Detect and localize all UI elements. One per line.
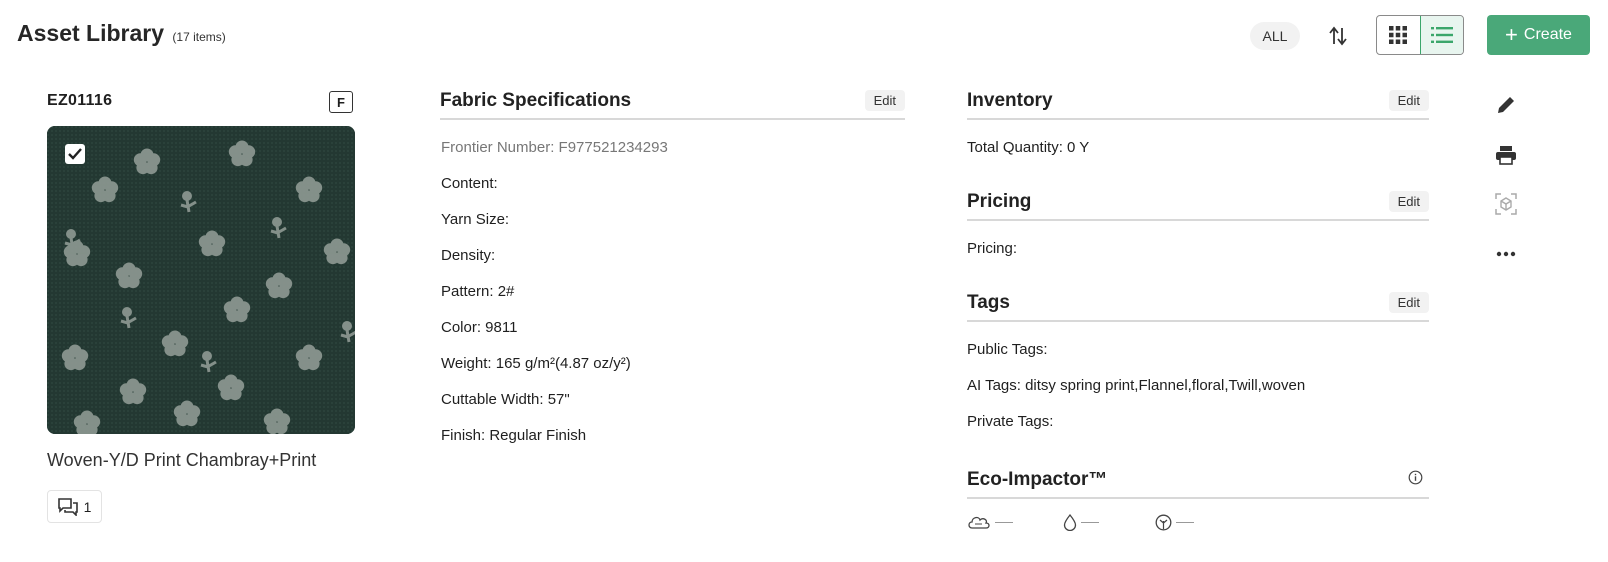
inventory-header: Inventory Edit [967,86,1429,120]
more-options-button[interactable] [1492,240,1520,268]
spec-content: Content: [441,175,498,192]
grid-view-button[interactable] [1377,16,1420,54]
pricing-header: Pricing Edit [967,187,1429,221]
fabric-specs-header: Fabric Specifications Edit [440,86,905,120]
land-value-dash [1176,522,1194,523]
comment-icon [57,497,78,516]
fabric-specs-edit-button[interactable]: Edit [864,90,905,111]
pencil-icon [1498,97,1514,113]
print-icon [1496,146,1516,165]
spec-cuttable-width: Cuttable Width: 57" [441,391,570,408]
selected-checkbox[interactable] [65,144,85,164]
3d-view-button[interactable] [1492,190,1520,218]
item-count: (17 items) [172,30,226,44]
eco-header: Eco-Impactor™ [967,465,1429,499]
list-view-button[interactable] [1419,16,1463,54]
list-icon [1430,27,1453,43]
info-icon[interactable] [1408,470,1423,490]
spec-yarn-size: Yarn Size: [441,211,510,228]
print-button[interactable] [1492,141,1520,169]
land-metric [1155,514,1194,531]
create-label: Create [1523,26,1572,43]
spec-frontier-number: Frontier Number: F977521234293 [441,139,668,156]
create-button[interactable]: + Create [1487,15,1590,55]
comments-button[interactable]: 1 [47,490,102,523]
comment-count: 1 [83,498,92,515]
more-dots-icon [1496,251,1516,257]
spec-density: Density: [441,247,496,264]
sort-icon [1329,26,1347,46]
fabric-specs-title: Fabric Specifications [440,90,632,111]
asset-name: Woven-Y/D Print Chambray+Print [47,450,317,470]
view-toggle [1376,15,1464,55]
asset-code: EZ01116 [47,92,113,109]
public-tags: Public Tags: [967,341,1048,358]
page-title-text: Asset Library [17,20,165,46]
plus-icon: + [1505,22,1518,47]
inventory-total: Total Quantity: 0 Y [967,139,1090,156]
grid-icon [1389,26,1408,44]
spec-finish: Finish: Regular Finish [441,427,587,444]
spec-pattern: Pattern: 2# [441,283,515,300]
co2-metric [967,514,1013,530]
water-metric [1063,514,1099,531]
inventory-title: Inventory [967,90,1053,111]
co2-value-dash [995,521,1013,523]
filter-all-button[interactable]: ALL [1250,22,1300,50]
land-leaf-icon [1155,514,1172,531]
fabric-type-badge: F [329,91,353,113]
cube-3d-icon [1495,193,1517,215]
pricing-edit-button[interactable]: Edit [1388,191,1429,212]
tags-edit-button[interactable]: Edit [1388,292,1429,313]
water-drop-icon [1063,514,1077,531]
spec-color: Color: 9811 [441,319,518,336]
tags-title: Tags [967,292,1010,313]
private-tags: Private Tags: [967,413,1054,430]
check-icon [68,148,82,160]
eco-title: Eco-Impactor™ [967,469,1108,490]
pricing-title: Pricing [967,191,1032,212]
page-title: Asset Library (17 items) [17,20,226,47]
co2-cloud-icon [968,516,990,529]
edit-action-button[interactable] [1492,91,1520,119]
tags-header: Tags Edit [967,288,1429,322]
pricing-value: Pricing: [967,240,1018,257]
ai-tags: AI Tags: ditsy spring print,Flannel,flor… [967,377,1306,394]
inventory-edit-button[interactable]: Edit [1388,90,1429,111]
spec-weight: Weight: 165 g/m²(4.87 oz/y²) [441,355,631,372]
fabric-pattern-image [47,126,355,434]
asset-thumbnail[interactable] [47,126,355,434]
water-value-dash [1081,522,1099,523]
sort-button[interactable] [1323,21,1353,51]
